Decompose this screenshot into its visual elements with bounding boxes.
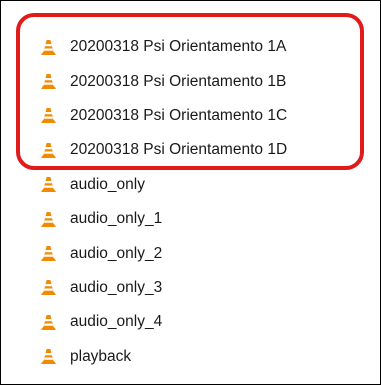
vlc-cone-icon (39, 38, 58, 57)
vlc-cone-icon (39, 175, 58, 194)
file-item[interactable]: playback (39, 340, 287, 374)
file-explorer-list: 20200318 Psi Orientamento 1A 20200318 Ps… (0, 0, 381, 385)
file-item[interactable]: audio_only (39, 168, 287, 202)
file-item[interactable]: 20200318 Psi Orientamento 1B (39, 64, 287, 98)
file-list: 20200318 Psi Orientamento 1A 20200318 Ps… (39, 30, 287, 374)
vlc-cone-icon (39, 244, 58, 263)
vlc-cone-icon (39, 278, 58, 297)
file-item[interactable]: 20200318 Psi Orientamento 1A (39, 30, 287, 64)
vlc-cone-icon (39, 72, 58, 91)
file-item[interactable]: 20200318 Psi Orientamento 1D (39, 133, 287, 167)
file-item[interactable]: audio_only_1 (39, 202, 287, 236)
vlc-cone-icon (39, 313, 58, 332)
file-name: audio_only (70, 175, 145, 193)
vlc-cone-icon (39, 106, 58, 125)
file-name: 20200318 Psi Orientamento 1B (70, 72, 287, 90)
vlc-cone-icon (39, 347, 58, 366)
file-name: audio_only_1 (70, 210, 163, 228)
file-name: 20200318 Psi Orientamento 1A (70, 38, 287, 56)
file-item[interactable]: 20200318 Psi Orientamento 1C (39, 99, 287, 133)
file-name: playback (70, 347, 132, 365)
vlc-cone-icon (39, 141, 58, 160)
vlc-cone-icon (39, 210, 58, 229)
file-name: audio_only_2 (70, 244, 163, 262)
file-name: 20200318 Psi Orientamento 1D (70, 141, 288, 159)
file-name: 20200318 Psi Orientamento 1C (70, 106, 288, 124)
file-item[interactable]: audio_only_4 (39, 305, 287, 339)
file-name: audio_only_4 (70, 313, 163, 331)
file-item[interactable]: audio_only_3 (39, 271, 287, 305)
file-item[interactable]: audio_only_2 (39, 236, 287, 270)
file-name: audio_only_3 (70, 278, 163, 296)
